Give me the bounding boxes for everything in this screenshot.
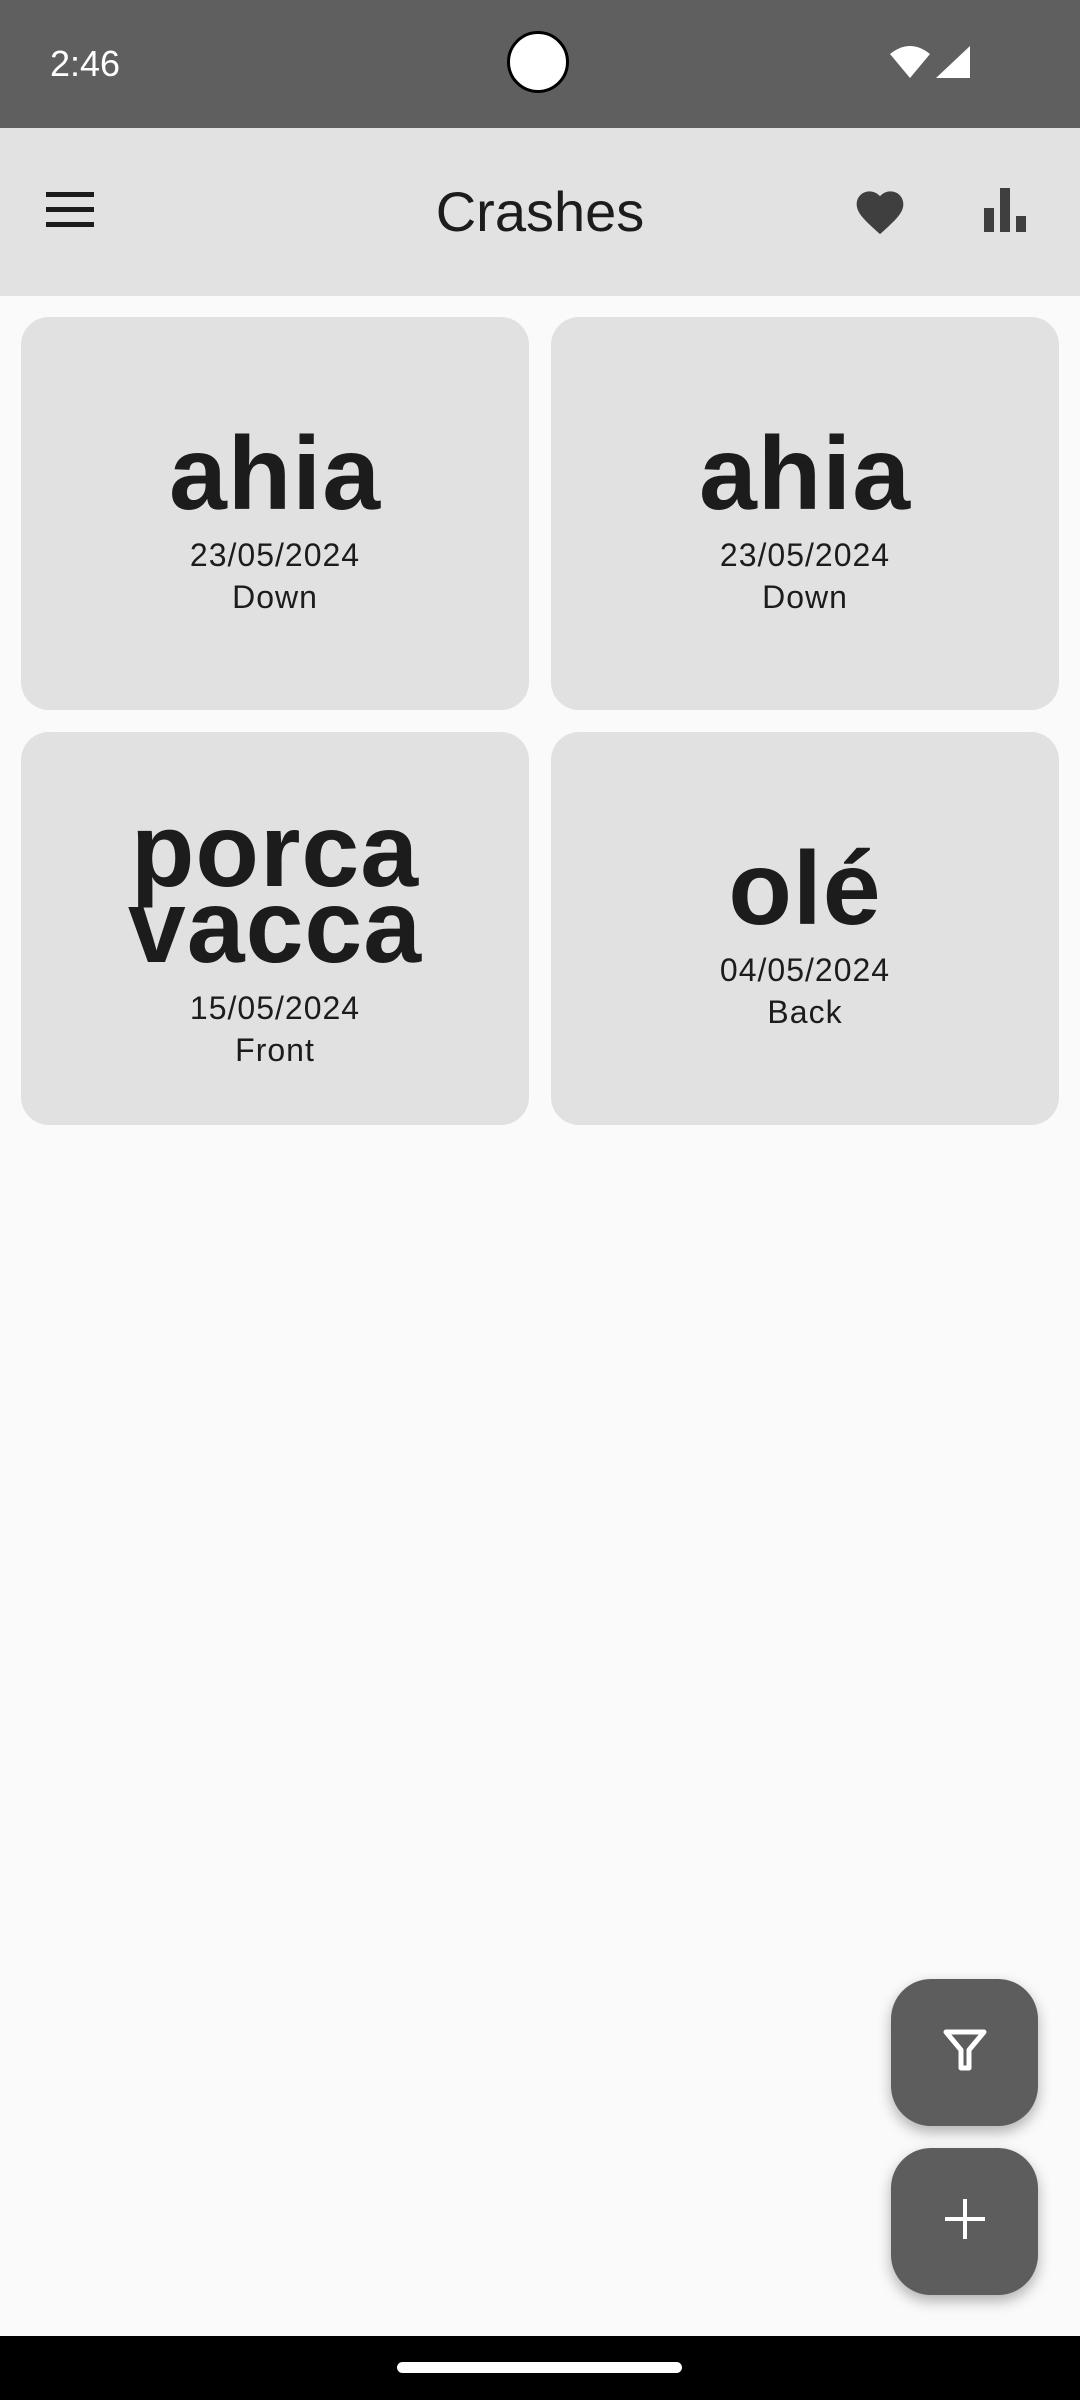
crash-card-position: Down [762,578,848,615]
crash-card-title: olé [728,830,882,947]
cellular-signal-icon [936,46,970,83]
crash-card[interactable]: olé 04/05/2024 Back [551,732,1059,1125]
filter-icon [943,2028,987,2077]
add-crash-button[interactable] [891,2148,1038,2295]
filter-button[interactable] [891,1979,1038,2126]
crash-card[interactable]: porca vacca 15/05/2024 Front [21,732,529,1125]
crash-card-position: Down [232,578,318,615]
home-indicator[interactable] [397,2362,682,2373]
crash-card-position: Front [235,1031,315,1068]
status-icons [890,46,970,83]
heart-icon [852,184,908,241]
statistics-button[interactable] [966,172,1046,252]
system-navigation-bar [0,2336,1080,2400]
crash-card[interactable]: ahia 23/05/2024 Down [21,317,529,710]
crash-card-date: 15/05/2024 [189,989,361,1026]
crash-card-date: 23/05/2024 [189,536,361,573]
wifi-icon [890,46,930,83]
crash-card-position: Back [767,993,843,1030]
plus-icon [944,2199,985,2244]
status-bar: 2:46 [0,0,1080,128]
crash-card-title: ahia [168,415,382,532]
status-time: 2:46 [50,43,121,84]
crash-card-date: 04/05/2024 [719,951,891,988]
crash-card-date: 23/05/2024 [719,536,891,573]
crash-card-grid: ahia 23/05/2024 Down ahia 23/05/2024 Dow… [21,317,1059,1125]
bar-chart-icon [984,187,1028,237]
app-bar: Crashes [0,128,1080,296]
front-camera-cutout [507,31,569,93]
favorites-button[interactable] [840,172,920,252]
crash-card-title: ahia [698,415,912,532]
crash-card[interactable]: ahia 23/05/2024 Down [551,317,1059,710]
crash-card-title: porca vacca [127,792,423,985]
